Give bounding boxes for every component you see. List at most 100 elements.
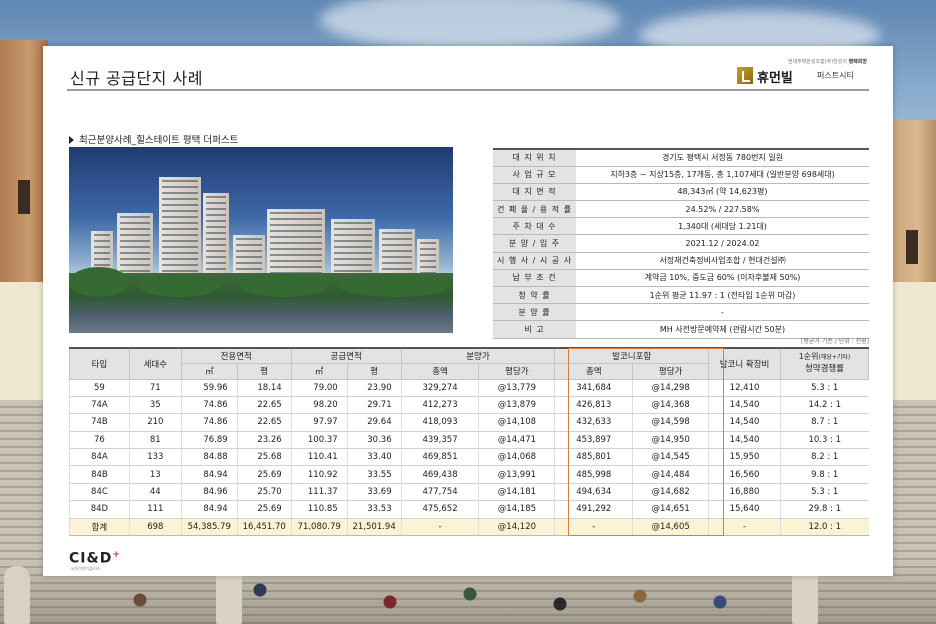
info-row: 분 양 / 입 주 2021.12 / 2024.02 bbox=[493, 234, 869, 253]
info-value: 계약금 10%, 중도금 60% (이자후불제 50%) bbox=[576, 269, 869, 288]
cell-balcony-per-pyeong: @14,484 bbox=[632, 465, 709, 484]
header-balcony-extension: 발코니 확장비 bbox=[708, 347, 781, 380]
cell-balcony-extension: 14,540 bbox=[708, 396, 781, 415]
header-total: 총액 bbox=[554, 363, 634, 380]
cell-supply-sqm: 110.41 bbox=[290, 448, 348, 467]
cell-competition: 5.3 : 1 bbox=[780, 483, 869, 502]
cell-balcony-total: 453,897 bbox=[554, 431, 633, 450]
cell-price-total: 329,274 bbox=[400, 379, 479, 397]
brand-name: 휴먼빌 bbox=[757, 71, 793, 86]
cell-supply-pyeong: 30.36 bbox=[346, 431, 402, 450]
header-total: 총액 bbox=[400, 363, 480, 380]
brand-mark-icon bbox=[737, 67, 753, 84]
cell-competition: 29.8 : 1 bbox=[780, 500, 869, 519]
title-divider bbox=[67, 89, 869, 91]
cell-balcony-extension: - bbox=[708, 518, 781, 537]
cell-exclusive-sqm: 76.89 bbox=[180, 431, 238, 450]
cell-price-total: 469,851 bbox=[400, 448, 479, 467]
cell-balcony-extension: 16,880 bbox=[708, 483, 781, 502]
cell-balcony-total: - bbox=[554, 518, 633, 537]
cell-exclusive-sqm: 59.96 bbox=[180, 379, 238, 397]
cell-supply-pyeong: 29.64 bbox=[346, 413, 402, 432]
info-row: 청 약 률 1순위 평균 11.97 : 1 (전타입 1순위 마감) bbox=[493, 286, 869, 305]
info-value: - bbox=[576, 303, 869, 322]
header-sqm: ㎡ bbox=[180, 363, 238, 380]
cell-price-total: 439,357 bbox=[400, 431, 479, 450]
cell-exclusive-pyeong: 18.14 bbox=[236, 379, 292, 397]
cell-households: 71 bbox=[128, 379, 182, 397]
info-key: 비 고 bbox=[493, 320, 576, 339]
cell-balcony-extension: 14,540 bbox=[708, 413, 781, 432]
units-note: [평균가 기준 / 단위 : 천원] bbox=[801, 338, 869, 345]
info-value: 지하3층 ~ 지상15층, 17개동, 총 1,107세대 (일반분양 698세… bbox=[576, 166, 869, 184]
header-balcony-included: 발코니포함 bbox=[554, 347, 710, 364]
cell-price-per-pyeong: @14,120 bbox=[478, 518, 555, 537]
background-window bbox=[906, 230, 918, 264]
table-row: 74A 35 74.86 22.65 98.20 29.71 412,273 @13,879 4… bbox=[69, 396, 869, 415]
header-sqm: ㎡ bbox=[290, 363, 348, 380]
cell-exclusive-pyeong: 25.70 bbox=[236, 483, 292, 502]
cell-competition: 5.3 : 1 bbox=[780, 379, 869, 397]
brand-tagline-prefix: 현대주택한성조합(주)한성의 bbox=[787, 59, 847, 65]
info-key: 사 업 규 모 bbox=[493, 166, 576, 184]
cell-type: 74B bbox=[69, 413, 130, 432]
cell-type: 84D bbox=[69, 500, 130, 519]
cell-supply-pyeong: 23.90 bbox=[346, 379, 402, 397]
cell-households: 111 bbox=[128, 500, 182, 519]
cell-supply-pyeong: 33.69 bbox=[346, 483, 402, 502]
cell-balcony-per-pyeong: @14,605 bbox=[632, 518, 709, 537]
cell-exclusive-sqm: 84.94 bbox=[180, 465, 238, 484]
cell-supply-sqm: 100.37 bbox=[290, 431, 348, 450]
cell-type: 84B bbox=[69, 465, 130, 484]
cell-type: 합계 bbox=[69, 518, 130, 537]
brand-logo-block: 현대주택한성조합(주)한성의 평택희망 휴먼빌 퍼스트시티 bbox=[737, 58, 867, 88]
section-heading-text: 최근분양사례_힐스테이트 평택 더퍼스트 bbox=[79, 135, 239, 146]
cell-exclusive-sqm: 54,385.79 bbox=[180, 518, 238, 537]
cell-exclusive-pyeong: 22.65 bbox=[236, 396, 292, 415]
cell-exclusive-pyeong: 22.65 bbox=[236, 413, 292, 432]
cell-supply-pyeong: 29.71 bbox=[346, 396, 402, 415]
info-value: 1,340대 (세대당 1.21대) bbox=[576, 217, 869, 236]
cell-balcony-extension: 16,560 bbox=[708, 465, 781, 484]
info-value: 48,343㎡ (약 14,623평) bbox=[576, 183, 869, 202]
info-key: 분 양 / 입 주 bbox=[493, 234, 576, 253]
section-heading: 최근분양사례_힐스테이트 평택 더퍼스트 bbox=[69, 132, 238, 146]
cell-exclusive-pyeong: 25.69 bbox=[236, 500, 292, 519]
footer-logo-sub: 씨아이앤디플러스 bbox=[71, 566, 101, 571]
cell-price-per-pyeong: @13,991 bbox=[478, 465, 555, 484]
cell-competition: 10.3 : 1 bbox=[780, 431, 869, 450]
header-competition-small: (해당+기타) bbox=[818, 354, 851, 362]
footer-logo-text: CI&D bbox=[69, 550, 113, 567]
cell-price-per-pyeong: @13,879 bbox=[478, 396, 555, 415]
cell-price-per-pyeong: @13,779 bbox=[478, 379, 555, 397]
cell-exclusive-pyeong: 23.26 bbox=[236, 431, 292, 450]
cell-competition: 9.8 : 1 bbox=[780, 465, 869, 484]
table-row: 84B 13 84.94 25.69 110.92 33.55 469,438 @13,991… bbox=[69, 465, 869, 484]
header-type: 타입 bbox=[69, 347, 130, 380]
table-row: 59 71 59.96 18.14 79.00 23.90 329,274 @13,779 34… bbox=[69, 379, 869, 397]
cell-price-per-pyeong: @14,108 bbox=[478, 413, 555, 432]
table-row: 84C 44 84.96 25.70 111.37 33.69 477,754 @14,181… bbox=[69, 483, 869, 502]
footer-logo-plus: + bbox=[112, 550, 121, 560]
cell-supply-sqm: 71,080.79 bbox=[290, 518, 348, 537]
cell-type: 84A bbox=[69, 448, 130, 467]
header-households: 세대수 bbox=[128, 347, 182, 380]
info-row: 사 업 규 모 지하3층 ~ 지상15층, 17개동, 총 1,107세대 (일반… bbox=[493, 166, 869, 184]
info-key: 건 폐 율 / 용 적 률 bbox=[493, 200, 576, 219]
cell-balcony-total: 485,801 bbox=[554, 448, 633, 467]
header-competition-line1: 1순위 bbox=[798, 352, 819, 362]
cell-balcony-total: 432,633 bbox=[554, 413, 633, 432]
cell-price-per-pyeong: @14,068 bbox=[478, 448, 555, 467]
header-competition-top: 1순위(해당+기타) bbox=[781, 353, 868, 362]
cell-balcony-per-pyeong: @14,651 bbox=[632, 500, 709, 519]
info-row: 시 행 사 / 시 공 사 서정재건축정비사업조합 / 현대건설㈜ bbox=[493, 252, 869, 270]
cell-price-total: - bbox=[400, 518, 479, 537]
cell-households: 133 bbox=[128, 448, 182, 467]
cell-competition: 14.2 : 1 bbox=[780, 396, 869, 415]
cell-price-total: 418,093 bbox=[400, 413, 479, 432]
table-row: 76 81 76.89 23.26 100.37 30.36 439,357 @14,471 4… bbox=[69, 431, 869, 450]
slide-page: 신규 공급단지 사례 현대주택한성조합(주)한성의 평택희망 휴먼빌 퍼스트시티… bbox=[43, 46, 893, 576]
cell-price-total: 469,438 bbox=[400, 465, 479, 484]
cell-balcony-total: 491,292 bbox=[554, 500, 633, 519]
header-competition: 1순위(해당+기타) 청약경쟁률 bbox=[780, 347, 869, 380]
